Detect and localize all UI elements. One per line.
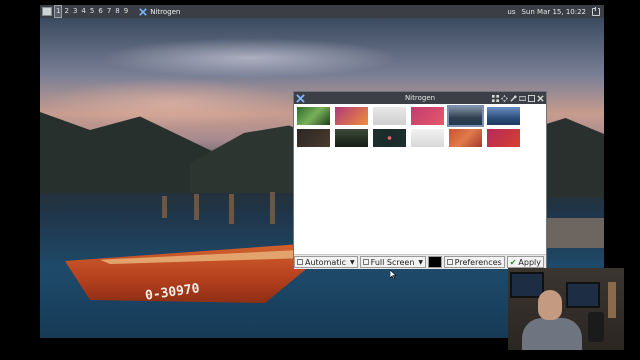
- nitrogen-app-icon: [139, 7, 147, 16]
- wooden-post: [270, 192, 275, 224]
- keyboard-layout-indicator[interactable]: us: [507, 8, 515, 16]
- taskbar-item-nitrogen[interactable]: Nitrogen: [136, 5, 183, 18]
- apply-button[interactable]: ✔ Apply: [506, 256, 544, 268]
- workspace-button-2[interactable]: 2: [62, 5, 70, 18]
- screen-icon: [362, 259, 369, 265]
- thumbnail-row: [297, 105, 543, 127]
- scale-mode-label: Automatic: [305, 257, 347, 267]
- clock[interactable]: Sun Mar 15, 10:22: [521, 8, 586, 16]
- thumb-dark-landscape[interactable]: [335, 129, 368, 147]
- collapse-icon[interactable]: [518, 94, 526, 102]
- background-color-button[interactable]: [428, 256, 442, 268]
- workspace-button-3[interactable]: 3: [71, 5, 79, 18]
- window-controls: [490, 94, 546, 102]
- thumb-orange-purple[interactable]: [335, 107, 368, 125]
- chevron-down-icon: ▼: [350, 258, 355, 266]
- background-object: [608, 282, 616, 318]
- webcam-overlay: [508, 268, 624, 350]
- screen-mode-dropdown[interactable]: Full Screen ▼: [359, 256, 427, 268]
- thumb-dark-ring[interactable]: [373, 129, 406, 147]
- chevron-down-icon: ▼: [418, 258, 424, 266]
- grid-icon[interactable]: [491, 94, 499, 102]
- logout-icon[interactable]: [592, 6, 600, 16]
- mouse-cursor-icon: [390, 270, 396, 279]
- pier: [540, 218, 604, 248]
- system-tray: us Sun Mar 15, 10:22: [501, 5, 604, 18]
- workspace-button-1[interactable]: 1: [54, 5, 63, 18]
- workspace-button-6[interactable]: 6: [96, 5, 104, 18]
- nitrogen-toolbar: Automatic ▼ Full Screen ▼ Preferences ✔ …: [294, 254, 546, 269]
- thumb-orange-pattern[interactable]: [449, 129, 482, 147]
- workspace-button-9[interactable]: 9: [122, 5, 130, 18]
- thumb-light-grey[interactable]: [411, 129, 444, 147]
- thumbnail-row: [297, 129, 543, 147]
- checkmark-icon: ✔: [509, 257, 517, 267]
- move-icon[interactable]: [500, 94, 508, 102]
- maximize-icon[interactable]: [527, 94, 535, 102]
- screen-mode-label: Full Screen: [370, 257, 415, 267]
- nitrogen-app-icon[interactable]: [296, 93, 305, 103]
- thumb-blue-mountains[interactable]: [487, 107, 520, 125]
- nitrogen-window[interactable]: Nitrogen Automatic ▼ Full Screen ▼ Prefe…: [293, 91, 547, 269]
- scale-icon: [297, 259, 303, 265]
- scale-mode-dropdown[interactable]: Automatic ▼: [294, 256, 358, 268]
- wooden-post: [229, 194, 234, 224]
- background-monitor: [510, 272, 544, 298]
- person-head: [538, 290, 562, 320]
- workspace-button-5[interactable]: 5: [88, 5, 96, 18]
- thumb-green-leaves[interactable]: [297, 107, 330, 125]
- taskbar-item-label: Nitrogen: [150, 7, 181, 16]
- background-monitor: [566, 282, 600, 308]
- apply-label: Apply: [518, 257, 541, 267]
- wallpaper-thumbnail-grid: [297, 105, 543, 151]
- mountain: [540, 118, 604, 198]
- start-menu-icon[interactable]: [42, 7, 52, 16]
- workspace-button-4[interactable]: 4: [79, 5, 87, 18]
- top-panel: 123456789 Nitrogen us Sun Mar 15, 10:22: [40, 5, 604, 18]
- cloud: [40, 78, 300, 128]
- thumb-magenta-red[interactable]: [487, 129, 520, 147]
- preferences-icon: [446, 259, 453, 265]
- workspace-button-7[interactable]: 7: [105, 5, 113, 18]
- preferences-label: Preferences: [454, 257, 502, 267]
- thumb-grey-soft[interactable]: [373, 107, 406, 125]
- person: [522, 318, 582, 350]
- thumb-dark-gradient[interactable]: [297, 129, 330, 147]
- workspace-switcher: 123456789: [54, 5, 130, 18]
- workspace-button-8[interactable]: 8: [113, 5, 121, 18]
- window-titlebar[interactable]: Nitrogen: [294, 92, 546, 104]
- wooden-post: [194, 194, 199, 220]
- cloud: [100, 38, 400, 78]
- pin-icon[interactable]: [509, 94, 517, 102]
- close-icon[interactable]: [536, 94, 544, 102]
- wooden-post: [162, 196, 167, 218]
- microphone: [588, 312, 604, 342]
- thumb-magenta-moon[interactable]: [411, 107, 444, 125]
- thumb-lake-mountains[interactable]: [447, 105, 484, 127]
- preferences-button[interactable]: Preferences: [443, 256, 505, 268]
